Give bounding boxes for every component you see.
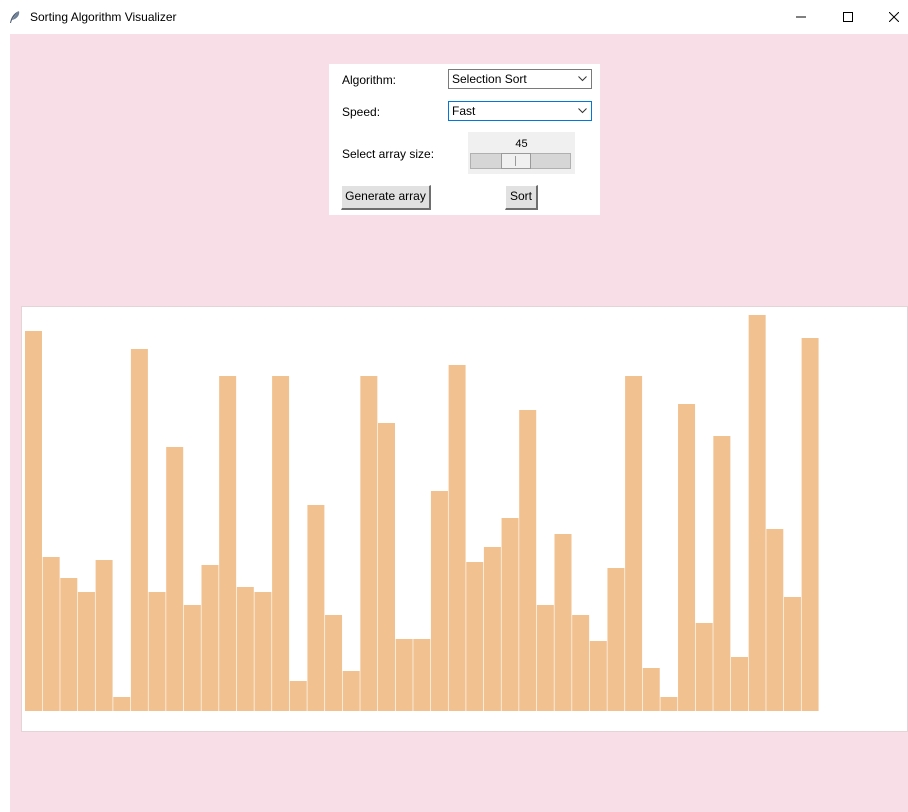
algorithm-select[interactable]: Selection Sort xyxy=(448,69,592,89)
bar-44 xyxy=(801,338,819,711)
bar-28 xyxy=(519,410,537,711)
feather-icon xyxy=(8,10,22,24)
bar-3 xyxy=(77,592,95,711)
bar-7 xyxy=(148,592,166,711)
bar-35 xyxy=(642,668,660,711)
algorithm-select-value: Selection Sort xyxy=(452,72,527,86)
bar-4 xyxy=(95,560,113,711)
speed-select-value: Fast xyxy=(452,104,476,118)
bar-21 xyxy=(395,639,413,711)
array-size-slider-thumb[interactable] xyxy=(500,153,531,169)
minimize-button[interactable] xyxy=(778,0,824,34)
bar-6 xyxy=(130,349,148,711)
algorithm-label: Algorithm: xyxy=(342,73,397,87)
bar-9 xyxy=(183,605,201,711)
bar-8 xyxy=(166,447,184,711)
close-button[interactable] xyxy=(871,0,908,34)
bar-24 xyxy=(448,365,466,711)
bar-25 xyxy=(466,562,484,711)
array-size-label: Select array size: xyxy=(342,147,435,161)
bar-14 xyxy=(272,376,290,711)
minimize-icon xyxy=(796,16,806,18)
title-bar[interactable]: Sorting Algorithm Visualizer xyxy=(0,0,908,34)
bars-canvas xyxy=(21,306,908,732)
bar-26 xyxy=(483,547,501,711)
bar-43 xyxy=(783,597,801,711)
speed-select[interactable]: Fast xyxy=(448,101,592,121)
maximize-button[interactable] xyxy=(825,0,871,34)
bar-42 xyxy=(766,529,784,711)
bar-19 xyxy=(360,376,378,711)
bar-15 xyxy=(289,681,307,711)
bar-12 xyxy=(236,587,254,711)
bar-2 xyxy=(60,578,78,711)
bar-18 xyxy=(342,671,360,711)
bar-40 xyxy=(731,657,748,711)
generate-array-button[interactable]: Generate array xyxy=(341,185,431,210)
array-size-value: 45 xyxy=(515,138,528,150)
close-icon xyxy=(889,12,899,22)
bar-10 xyxy=(201,565,219,711)
chevron-down-icon xyxy=(578,108,587,114)
bar-39 xyxy=(713,436,731,711)
bar-22 xyxy=(413,639,431,711)
bar-11 xyxy=(219,376,237,711)
bar-38 xyxy=(695,623,713,711)
bar-23 xyxy=(430,491,448,711)
window-title: Sorting Algorithm Visualizer xyxy=(30,10,177,24)
bar-16 xyxy=(307,505,325,711)
sort-button[interactable]: Sort xyxy=(505,185,538,210)
array-size-scale: 45 xyxy=(468,132,575,174)
bar-29 xyxy=(536,605,554,711)
bar-13 xyxy=(254,592,272,711)
bar-31 xyxy=(572,615,590,711)
bar-20 xyxy=(378,423,395,711)
controls-panel: Algorithm: Selection Sort Speed: Fast Se… xyxy=(329,64,600,215)
array-size-slider-trough[interactable] xyxy=(470,153,571,169)
bar-chart xyxy=(25,315,819,711)
bar-0 xyxy=(25,331,42,711)
bar-41 xyxy=(748,315,766,711)
bar-30 xyxy=(554,534,572,711)
bar-5 xyxy=(113,697,131,711)
bar-17 xyxy=(325,615,343,711)
bar-27 xyxy=(501,518,519,711)
bar-33 xyxy=(607,568,625,711)
maximize-icon xyxy=(843,12,853,22)
bar-1 xyxy=(42,557,60,711)
bar-32 xyxy=(589,641,607,711)
chevron-down-icon xyxy=(578,76,587,82)
bar-37 xyxy=(678,404,696,711)
speed-label: Speed: xyxy=(342,105,381,119)
bar-34 xyxy=(625,376,643,711)
bar-36 xyxy=(660,697,678,711)
